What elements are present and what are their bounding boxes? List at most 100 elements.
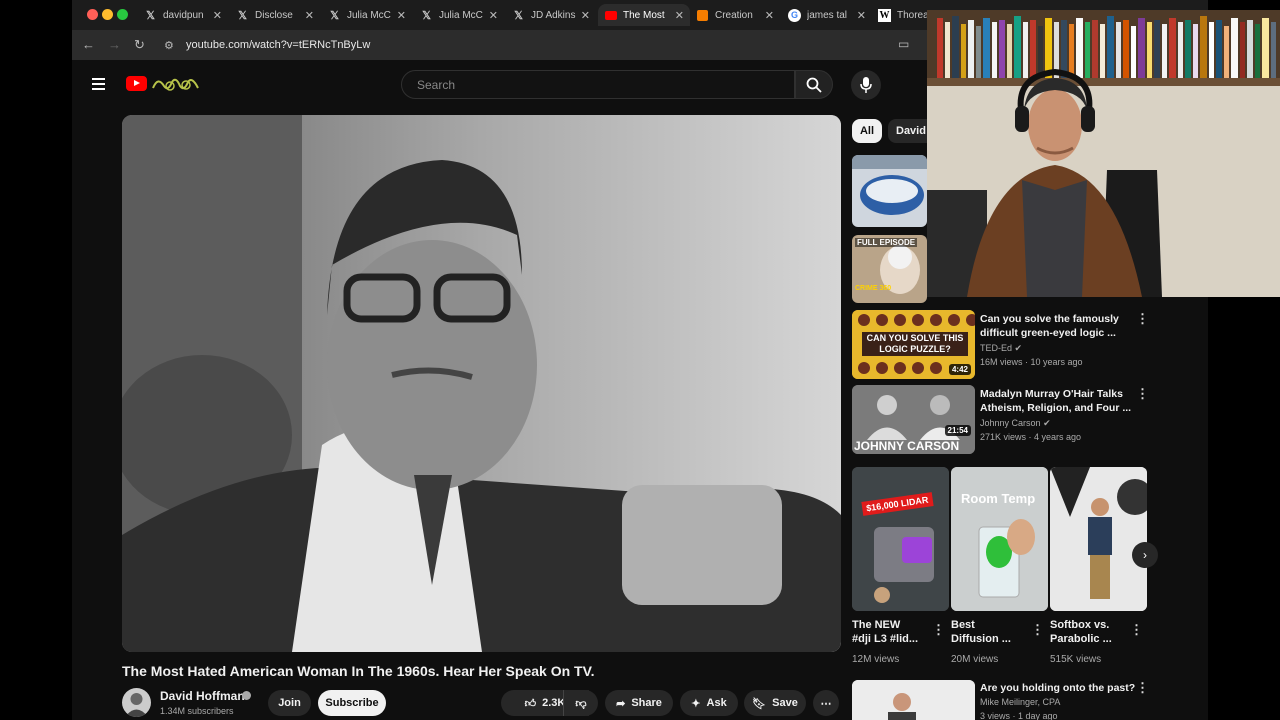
more-vertical-icon[interactable]: ⋮: [1136, 680, 1149, 696]
channel-avatar[interactable]: [122, 688, 151, 717]
short-thumbnail[interactable]: [1050, 467, 1147, 611]
avatar-image: [125, 693, 148, 717]
tab-close-icon[interactable]: ✕: [213, 9, 222, 22]
channel-label: Johnny Carson: [980, 418, 1041, 428]
reload-icon[interactable]: ↻: [134, 37, 145, 53]
url-field[interactable]: youtube.com/watch?v=tERNcTnByLw: [186, 39, 370, 51]
x-logo-icon: 𝕏: [330, 9, 339, 22]
verified-badge-icon: ✔: [1043, 418, 1051, 428]
recommendation-title[interactable]: Madalyn Murray O'Hair Talks Atheism, Rel…: [980, 387, 1131, 415]
more-vertical-icon[interactable]: ⋮: [1130, 622, 1143, 638]
more-vertical-icon[interactable]: ⋮: [1031, 622, 1044, 638]
join-button[interactable]: Join: [268, 690, 311, 716]
share-button[interactable]: ➦ Share: [605, 690, 673, 716]
tab-close-icon[interactable]: ✕: [305, 9, 314, 22]
channel-name[interactable]: David Hoffman: [160, 689, 245, 703]
recommendation-channel[interactable]: Mike Meilinger, CPA: [980, 697, 1060, 707]
browser-tab[interactable]: W Thoreau: [878, 4, 928, 26]
maximize-window-button[interactable]: [117, 9, 128, 20]
short-views: 20M views: [951, 654, 999, 665]
share-arrow-icon: ➦: [616, 697, 626, 710]
recommendation-thumbnail[interactable]: [852, 680, 975, 720]
verified-badge-icon: [242, 691, 251, 700]
recommendation-channel[interactable]: Johnny Carson ✔: [980, 418, 1051, 429]
channel-label: TED-Ed: [980, 343, 1013, 353]
forward-arrow-icon[interactable]: →: [108, 37, 121, 52]
more-vertical-icon[interactable]: ⋮: [1136, 311, 1149, 327]
microphone-icon: [860, 77, 872, 93]
browser-tab[interactable]: 𝕏 Disclose ✕: [236, 4, 316, 26]
tab-title: Julia McC: [347, 9, 391, 21]
thumbnail-image: [852, 155, 927, 215]
browser-tab[interactable]: G james tal ✕: [788, 4, 868, 26]
thumbnail-image: [852, 680, 975, 720]
ask-label: Ask: [706, 697, 727, 709]
more-vertical-icon[interactable]: ⋮: [1136, 386, 1149, 402]
search-input[interactable]: [415, 77, 779, 93]
tab-close-icon[interactable]: ✕: [857, 9, 866, 22]
short-title[interactable]: The NEW #dji L3 #lid...: [852, 618, 918, 646]
recommendation-meta: 271K views · 4 years ago: [980, 432, 1082, 442]
short-title[interactable]: Softbox vs. Parabolic ...: [1050, 618, 1112, 646]
browser-tab[interactable]: 𝕏 davidpun ✕: [144, 4, 224, 26]
recommendation-title[interactable]: Can you solve the famously difficult gre…: [980, 312, 1119, 340]
more-actions-button[interactable]: ⋯: [813, 690, 839, 716]
subscribe-label: Subscribe: [325, 697, 379, 709]
title-line: Atheism, Religion, and Four ...: [980, 402, 1132, 414]
recommendation-thumbnail[interactable]: FULL EPISODE CRIME 360: [852, 235, 927, 303]
recommendation-thumbnail[interactable]: CAN YOU SOLVE THIS LOGIC PUZZLE? 4:42: [852, 310, 975, 379]
tab-close-icon[interactable]: ✕: [765, 9, 774, 22]
site-settings-icon[interactable]: ⚙: [164, 39, 174, 52]
shelf-next-button[interactable]: ›: [1132, 542, 1158, 568]
recommendation-title[interactable]: Are you holding onto the past?: [980, 681, 1135, 695]
save-label: Save: [772, 697, 798, 709]
menu-icon[interactable]: [92, 78, 105, 90]
title-line: Madalyn Murray O'Hair Talks: [980, 388, 1123, 400]
x-logo-icon: 𝕏: [514, 9, 523, 22]
youtube-logo-icon[interactable]: [126, 76, 147, 91]
short-title[interactable]: Best Diffusion ...: [951, 618, 1011, 646]
thumbnail-caption: CAN YOU SOLVE THIS LOGIC PUZZLE?: [862, 332, 968, 356]
close-window-button[interactable]: [87, 9, 98, 20]
short-thumbnail[interactable]: Room Temp: [951, 467, 1048, 611]
tab-close-icon[interactable]: ✕: [581, 9, 590, 22]
recommendation-thumbnail[interactable]: JOHNNY CARSON 21:54: [852, 385, 975, 454]
full-episode-label: FULL EPISODE: [855, 238, 918, 247]
recommendation-meta: 16M views · 10 years ago: [980, 357, 1083, 367]
title-line: The NEW: [852, 619, 901, 631]
video-player[interactable]: [122, 115, 841, 652]
chip-label: All: [859, 125, 875, 137]
recommendation-channel[interactable]: TED-Ed ✔: [980, 343, 1022, 354]
video-title: The Most Hated American Woman In The 196…: [122, 663, 595, 679]
browser-tab[interactable]: Creation ✕: [696, 4, 776, 26]
browser-tab-active[interactable]: The Most ✕: [598, 4, 690, 26]
tab-close-icon[interactable]: ✕: [397, 9, 406, 22]
subscribe-button[interactable]: Subscribe: [318, 690, 386, 716]
tab-close-icon[interactable]: ✕: [675, 9, 684, 22]
bookmark-icon: 🔖︎: [752, 697, 767, 710]
minimize-window-button[interactable]: [102, 9, 113, 20]
recommendation-thumbnail[interactable]: [852, 155, 927, 227]
wikipedia-icon: W: [878, 8, 891, 22]
youtube-icon: [604, 9, 617, 22]
tab-close-icon[interactable]: ✕: [489, 9, 498, 22]
browser-tab[interactable]: 𝕏 JD Adkins ✕: [512, 4, 592, 26]
browser-tab[interactable]: 𝕏 Julia McC ✕: [420, 4, 500, 26]
sparkle-icon: ✦: [691, 697, 701, 710]
thumbnail-image: [1050, 467, 1147, 611]
search-button[interactable]: [795, 70, 833, 99]
more-vertical-icon[interactable]: ⋮: [932, 622, 945, 638]
chip-all[interactable]: All: [852, 119, 882, 143]
share-label: Share: [631, 697, 662, 709]
ask-button[interactable]: ✦ Ask: [680, 690, 738, 716]
tab-title: The Most: [623, 9, 665, 21]
blogger-icon: [696, 9, 709, 22]
thumbnail-caption: JOHNNY CARSON: [854, 439, 960, 453]
save-button[interactable]: 🔖︎ Save: [744, 690, 806, 716]
cast-icon[interactable]: ▭: [898, 37, 909, 51]
back-arrow-icon[interactable]: ←: [82, 37, 95, 52]
dislike-button[interactable]: 👎︎: [563, 690, 598, 716]
browser-tab[interactable]: 𝕏 Julia McC ✕: [328, 4, 408, 26]
short-thumbnail[interactable]: $16,000 LIDAR: [852, 467, 949, 611]
voice-search-button[interactable]: [851, 70, 881, 100]
